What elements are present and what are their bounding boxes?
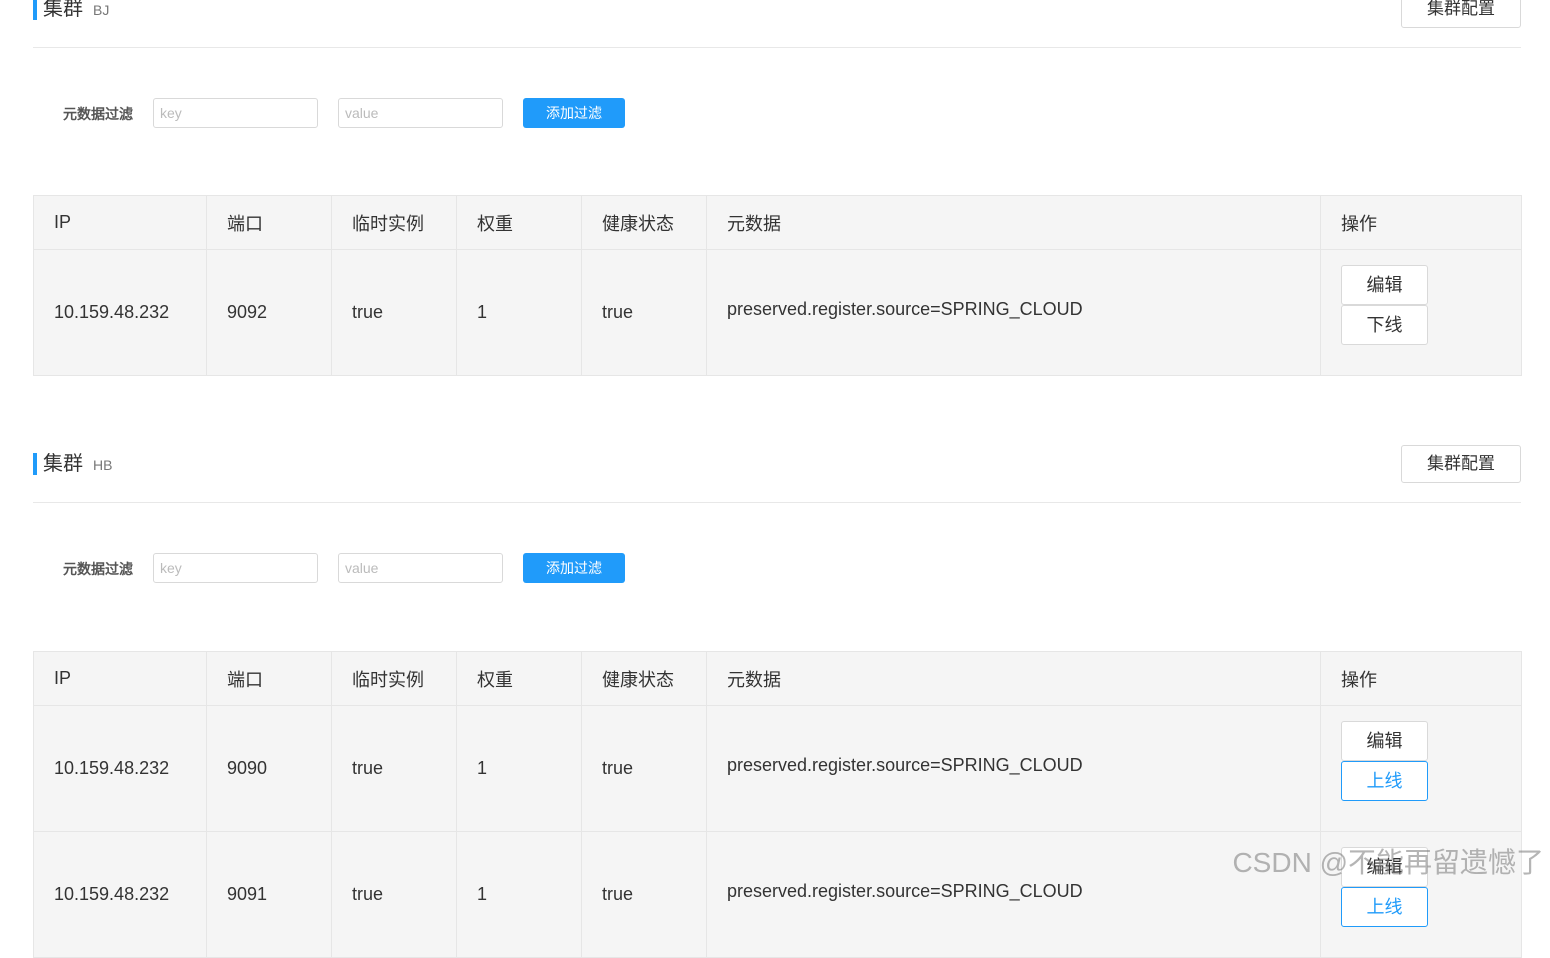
column-header-actions: 操作	[1320, 651, 1522, 706]
column-header-weight: 权重	[456, 195, 582, 250]
cluster-title: 集群 BJ	[33, 0, 109, 20]
cell-ip: 10.159.48.232	[33, 249, 207, 376]
cell-ephemeral: true	[331, 831, 457, 958]
cell-ephemeral: true	[331, 705, 457, 832]
filter-value-input[interactable]: value	[338, 98, 503, 128]
online-button[interactable]: 上线	[1341, 887, 1428, 927]
cell-healthy: true	[581, 705, 707, 832]
cell-actions: 编辑 上线	[1320, 705, 1522, 832]
cell-weight: 1	[456, 831, 582, 958]
add-filter-button[interactable]: 添加过滤	[523, 98, 625, 128]
cluster-header: 集群 HB 集群配置	[33, 445, 1521, 503]
table-row: 10.159.48.232 9092 true 1 true preserved…	[33, 249, 1522, 376]
column-header-ip: IP	[33, 195, 207, 250]
cluster-title: 集群 HB	[33, 453, 112, 475]
cell-port: 9091	[206, 831, 332, 958]
cell-actions: 编辑 下线	[1320, 249, 1522, 376]
column-header-port: 端口	[206, 651, 332, 706]
cell-healthy: true	[581, 831, 707, 958]
cluster-title-label: 集群	[43, 453, 83, 475]
cluster-config-button[interactable]: 集群配置	[1401, 0, 1521, 28]
table-row: 10.159.48.232 9090 true 1 true preserved…	[33, 705, 1522, 832]
filter-key-input[interactable]: key	[153, 98, 318, 128]
cell-ip: 10.159.48.232	[33, 705, 207, 832]
column-header-metadata: 元数据	[706, 195, 1321, 250]
column-header-port: 端口	[206, 195, 332, 250]
cell-weight: 1	[456, 705, 582, 832]
column-header-health: 健康状态	[581, 651, 707, 706]
column-header-weight: 权重	[456, 651, 582, 706]
instance-table: IP 端口 临时实例 权重 健康状态 元数据 操作 10.159.48.232 …	[33, 651, 1522, 958]
cluster-name: HB	[93, 457, 113, 473]
filter-key-input[interactable]: key	[153, 553, 318, 583]
filter-label: 元数据过滤	[63, 106, 133, 122]
add-filter-button[interactable]: 添加过滤	[523, 553, 625, 583]
cell-metadata: preserved.register.source=SPRING_CLOUD	[706, 249, 1321, 376]
column-header-health: 健康状态	[581, 195, 707, 250]
column-header-ip: IP	[33, 651, 207, 706]
cluster-section-bj: 集群 BJ 集群配置 元数据过滤 key value 添加过滤 IP 端口 临时实…	[33, 0, 1522, 376]
column-header-ephemeral: 临时实例	[331, 195, 457, 250]
cluster-name: BJ	[93, 2, 110, 18]
edit-button[interactable]: 编辑	[1341, 721, 1428, 761]
cluster-title-label: 集群	[43, 0, 83, 20]
column-header-metadata: 元数据	[706, 651, 1321, 706]
column-header-ephemeral: 临时实例	[331, 651, 457, 706]
cell-ephemeral: true	[331, 249, 457, 376]
table-header-row: IP 端口 临时实例 权重 健康状态 元数据 操作	[33, 651, 1522, 706]
cluster-config-button[interactable]: 集群配置	[1401, 445, 1521, 483]
table-header-row: IP 端口 临时实例 权重 健康状态 元数据 操作	[33, 195, 1522, 250]
cluster-section-hb: 集群 HB 集群配置 元数据过滤 key value 添加过滤 IP 端口 临时实…	[33, 445, 1522, 958]
cell-metadata: preserved.register.source=SPRING_CLOUD	[706, 831, 1321, 958]
offline-button[interactable]: 下线	[1341, 305, 1428, 345]
csdn-watermark: CSDN @不能再留遗憾了	[1232, 847, 1544, 878]
cell-port: 9090	[206, 705, 332, 832]
filter-value-input[interactable]: value	[338, 553, 503, 583]
edit-button[interactable]: 编辑	[1341, 265, 1428, 305]
instance-table: IP 端口 临时实例 权重 健康状态 元数据 操作 10.159.48.232 …	[33, 195, 1522, 376]
cell-weight: 1	[456, 249, 582, 376]
cell-ip: 10.159.48.232	[33, 831, 207, 958]
cell-metadata: preserved.register.source=SPRING_CLOUD	[706, 705, 1321, 832]
cell-port: 9092	[206, 249, 332, 376]
filter-label: 元数据过滤	[63, 561, 133, 577]
cell-healthy: true	[581, 249, 707, 376]
column-header-actions: 操作	[1320, 195, 1522, 250]
cluster-header: 集群 BJ 集群配置	[33, 0, 1521, 48]
online-button[interactable]: 上线	[1341, 761, 1428, 801]
